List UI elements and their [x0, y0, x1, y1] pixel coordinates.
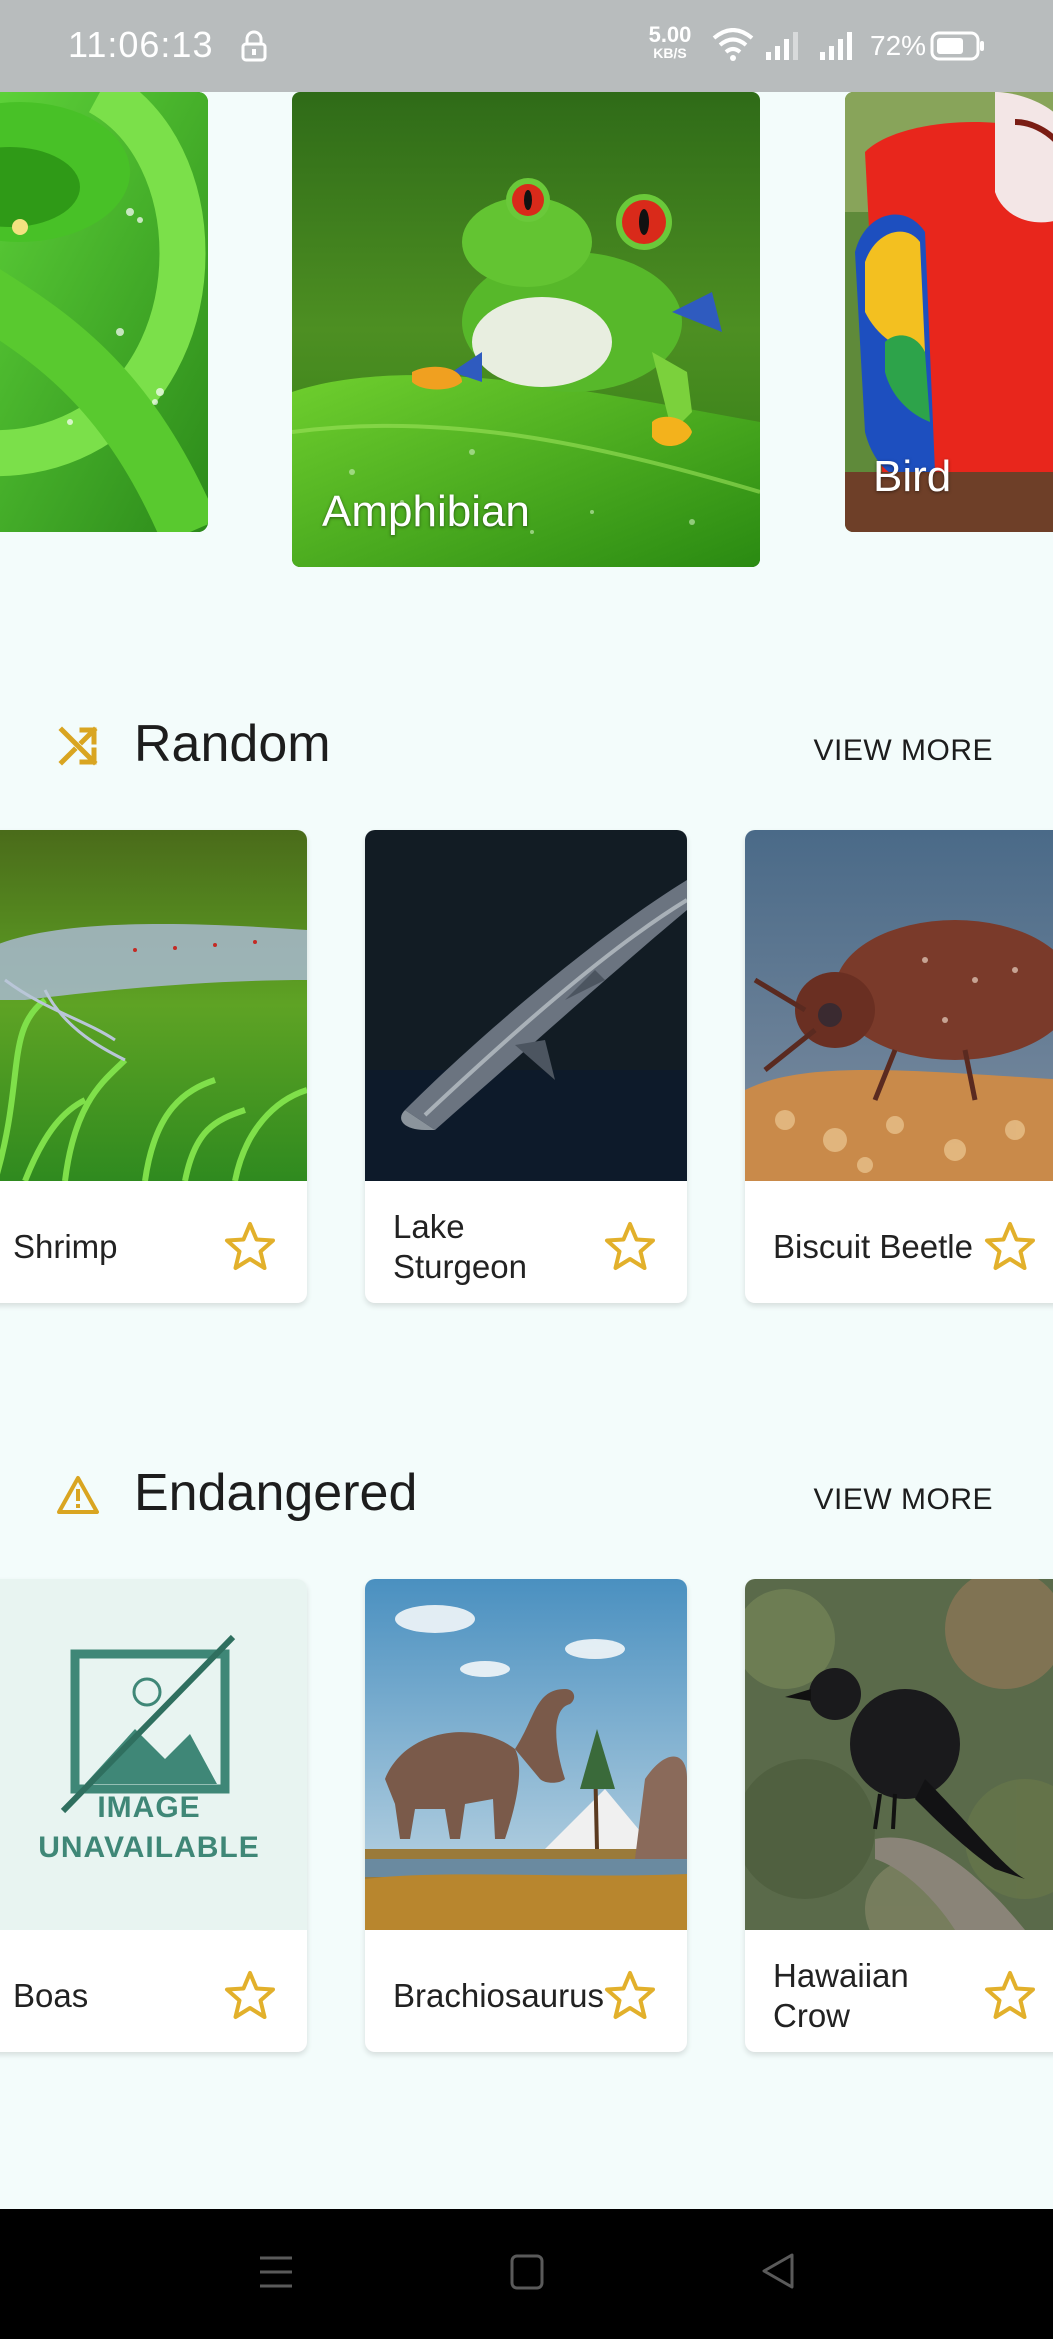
section-title: Random: [134, 715, 331, 773]
animal-name: Brachiosaurus: [393, 1977, 604, 2014]
signal-icon: [820, 32, 852, 60]
animal-card-shrimp[interactable]: Shrimp: [0, 830, 307, 1303]
status-time: 11:06:13: [68, 24, 214, 65]
signal-icon: [766, 32, 798, 60]
star-icon[interactable]: [223, 1969, 277, 2023]
crow-image: [745, 1579, 1053, 1930]
status-bar: 11:06:13 5.00 KB/S 72%: [0, 0, 1053, 92]
animal-name: Lake Sturgeon: [393, 1208, 527, 1285]
star-icon[interactable]: [603, 1220, 657, 1274]
image-unavailable-icon: IMAGE UNAVAILABLE: [38, 1634, 260, 1864]
animal-card-hawaiian-crow[interactable]: Hawaiian Crow: [745, 1579, 1053, 2052]
animal-card-biscuit-beetle[interactable]: Biscuit Beetle: [745, 830, 1053, 1303]
shrimp-image: [0, 830, 307, 1181]
warning-icon: [57, 1476, 99, 1514]
battery-percent: 72%: [870, 30, 927, 61]
category-card-bird[interactable]: Bird: [845, 92, 1053, 532]
animal-card-brachiosaurus[interactable]: Brachiosaurus: [365, 1579, 687, 2052]
snake-image: [0, 92, 208, 532]
home-icon[interactable]: [509, 2253, 545, 2291]
random-section-header: Random VIEW MORE: [0, 706, 1053, 786]
sturgeon-image: [365, 830, 687, 1181]
star-icon[interactable]: [983, 1969, 1037, 2023]
back-icon[interactable]: [760, 2251, 796, 2291]
brachiosaurus-image: [365, 1579, 687, 1930]
star-icon[interactable]: [983, 1220, 1037, 1274]
star-icon[interactable]: [223, 1220, 277, 1274]
animal-name: Shrimp: [13, 1228, 118, 1265]
lock-icon: [241, 30, 267, 62]
view-more-button[interactable]: VIEW MORE: [813, 1483, 993, 1517]
animal-name: Boas: [13, 1977, 89, 2014]
net-speed-unit: KB/S: [653, 45, 687, 61]
menu-icon[interactable]: [258, 2252, 294, 2292]
animal-card-boas[interactable]: IMAGE UNAVAILABLE Boas: [0, 1579, 307, 2052]
category-label: Bird: [873, 452, 952, 501]
wifi-icon: [712, 28, 754, 61]
animal-name: Biscuit Beetle: [773, 1228, 973, 1265]
animal-name: Hawaiian Crow: [773, 1957, 909, 2034]
image-unavailable-placeholder: IMAGE UNAVAILABLE: [0, 1579, 307, 1930]
battery-icon: [930, 31, 984, 61]
animal-card-lake-sturgeon[interactable]: Lake Sturgeon: [365, 830, 687, 1303]
beetle-image: [745, 830, 1053, 1181]
placeholder-text-line2: UNAVAILABLE: [38, 1831, 260, 1864]
category-card-amphibian[interactable]: Amphibian: [292, 92, 760, 567]
category-label: Amphibian: [322, 487, 530, 536]
placeholder-text-line1: IMAGE: [97, 1791, 200, 1824]
net-speed: 5.00 KB/S: [640, 22, 700, 61]
endangered-section-header: Endangered VIEW MORE: [0, 1455, 1053, 1535]
net-speed-value: 5.00: [648, 22, 692, 47]
view-more-button[interactable]: VIEW MORE: [813, 734, 993, 768]
navigation-bar: [0, 2209, 1053, 2339]
shuffle-icon: [58, 726, 98, 766]
star-icon[interactable]: [603, 1969, 657, 2023]
category-card-reptile[interactable]: [0, 92, 208, 532]
section-title: Endangered: [134, 1464, 418, 1522]
